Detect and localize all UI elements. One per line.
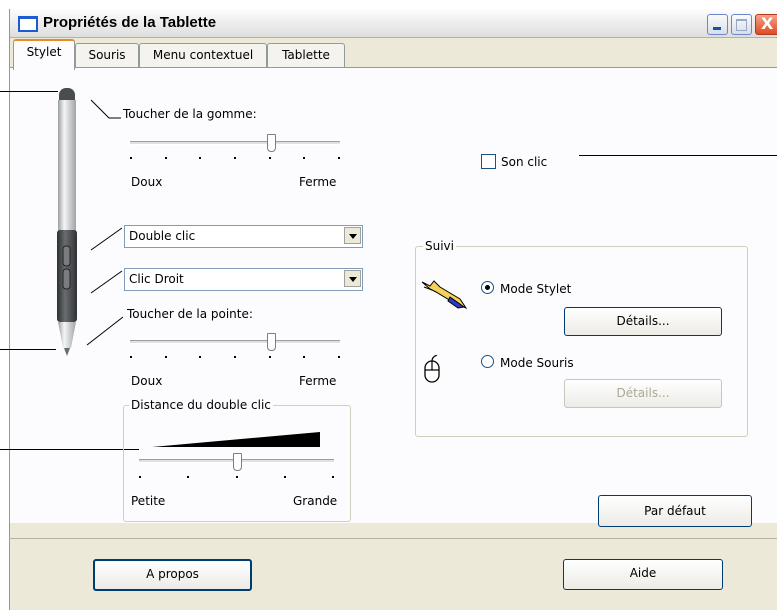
window-title: Propriétés de la Tablette [43, 14, 217, 31]
upper-button-select-value: Double clic [129, 229, 196, 243]
radio-selected-dot [485, 285, 490, 290]
tip-feel-label: Toucher de la pointe: [127, 307, 253, 321]
tracking-legend: Suivi [423, 239, 456, 253]
close-button[interactable]: X [755, 14, 777, 35]
pen-illustration [57, 88, 77, 356]
mouse-mode-details-button[interactable]: Détails... [564, 379, 722, 408]
eraser-feel-min-label: Doux [131, 175, 163, 189]
pen-upper-button [62, 245, 71, 267]
pen-mode-radio[interactable] [481, 281, 494, 294]
slider-tick [199, 157, 201, 159]
title-bar[interactable]: Propriétés de la Tablette X [10, 9, 777, 38]
distance-max-label: Grande [293, 494, 338, 508]
slider-tick [130, 157, 132, 159]
callout-line-click-sound [579, 155, 777, 156]
default-button[interactable]: Par défaut [598, 495, 752, 527]
callout-line-tip [0, 349, 56, 350]
slider-tick [187, 476, 189, 478]
callout-line-eraser [0, 91, 58, 92]
minimize-icon [713, 27, 721, 30]
slider-tick [338, 157, 340, 159]
double-click-distance-slider[interactable] [139, 451, 334, 481]
slider-tick [269, 356, 271, 358]
slider-tick [303, 356, 305, 358]
slider-tick [234, 157, 236, 159]
tab-stylet[interactable]: Stylet [13, 39, 75, 70]
click-sound-label[interactable]: Son clic [501, 155, 547, 169]
pen-tip [64, 348, 70, 356]
pen-mode-label[interactable]: Mode Stylet [500, 282, 571, 296]
leader-lines [86, 99, 124, 346]
mouse-icon [424, 355, 440, 383]
chevron-down-icon [349, 277, 357, 282]
double-click-distance-legend: Distance du double clic [129, 398, 273, 412]
slider-tick [338, 356, 340, 358]
tab-tablette[interactable]: Tablette [267, 43, 345, 68]
callout-line-distance [0, 449, 139, 450]
slider-tick [303, 157, 305, 159]
close-icon: X [761, 14, 774, 33]
slider-tick [199, 356, 201, 358]
slider-tick [234, 356, 236, 358]
eraser-feel-slider[interactable] [130, 132, 340, 162]
window-icon [18, 16, 38, 32]
mouse-mode-radio[interactable] [481, 355, 494, 368]
tip-feel-max-label: Ferme [299, 374, 337, 388]
click-sound-checkbox[interactable] [481, 154, 496, 169]
chevron-down-icon [349, 234, 357, 239]
upper-button-select[interactable]: Double clic [124, 225, 363, 248]
slider-tick [165, 356, 167, 358]
tab-souris[interactable]: Souris [75, 43, 139, 68]
maximize-icon [736, 19, 747, 31]
minimize-button[interactable] [707, 14, 728, 35]
pen-lower-button [62, 268, 71, 290]
pen-nose [58, 322, 76, 348]
slider-tick [269, 157, 271, 159]
dropdown-button[interactable] [344, 227, 361, 244]
footer-divider [9, 538, 777, 539]
slider-track [130, 340, 340, 344]
slider-thumb[interactable] [267, 333, 276, 351]
slider-tick [130, 356, 132, 358]
slider-tick [139, 476, 141, 478]
maximize-button[interactable] [731, 14, 752, 35]
about-button[interactable]: A propos [93, 559, 252, 591]
tab-menu-contextuel[interactable]: Menu contextuel [139, 43, 267, 68]
pen-icon [421, 280, 468, 310]
pen-barrel [58, 100, 76, 232]
lower-button-select-value: Clic Droit [129, 272, 184, 286]
tip-feel-min-label: Doux [131, 374, 163, 388]
slider-tick [332, 476, 334, 478]
slider-thumb[interactable] [267, 134, 276, 152]
eraser-feel-max-label: Ferme [299, 175, 337, 189]
dropdown-button[interactable] [344, 270, 361, 287]
tip-feel-slider[interactable] [130, 331, 340, 361]
pen-mode-details-button[interactable]: Détails... [564, 307, 722, 336]
slider-tick [236, 476, 238, 478]
slider-tick [284, 476, 286, 478]
slider-tick [165, 157, 167, 159]
slider-track [130, 141, 340, 145]
distance-ramp-graphic [152, 432, 320, 447]
distance-min-label: Petite [131, 494, 166, 508]
mouse-mode-label[interactable]: Mode Souris [500, 356, 574, 370]
help-button[interactable]: Aide [563, 559, 723, 590]
eraser-feel-label: Toucher de la gomme: [123, 107, 257, 121]
slider-thumb[interactable] [233, 453, 242, 471]
tracking-group [415, 246, 748, 437]
lower-button-select[interactable]: Clic Droit [124, 268, 363, 291]
